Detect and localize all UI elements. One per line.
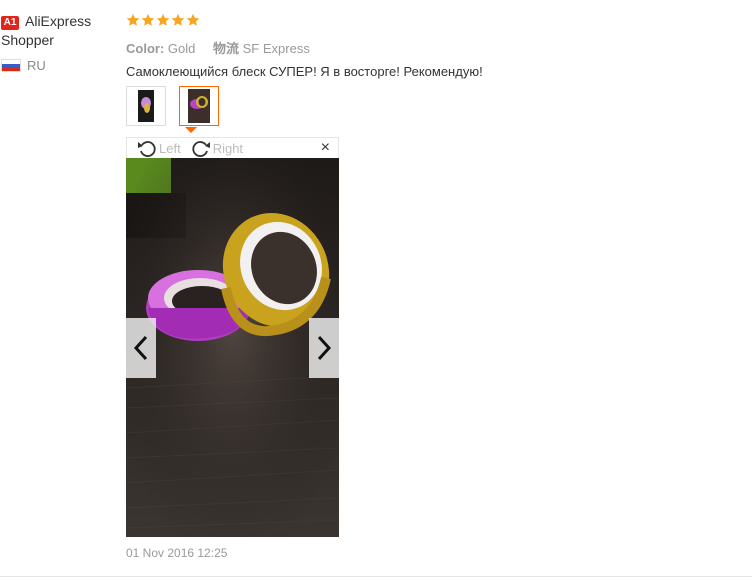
star-rating <box>126 12 726 30</box>
rotate-right-icon <box>192 141 210 157</box>
russia-flag-icon <box>1 59 21 72</box>
chevron-left-icon <box>133 335 148 361</box>
color-value: Gold <box>167 41 196 56</box>
review-divider <box>0 576 752 577</box>
country-code: RU <box>27 58 46 73</box>
shipping-value: SF Express <box>242 41 310 56</box>
previous-image-button[interactable] <box>126 318 156 378</box>
review-thumbnails <box>126 86 219 126</box>
image-viewer: Left Right × <box>126 137 339 537</box>
review-text: Самоклеющийся блеск СУПЕР! Я в восторге!… <box>126 64 483 79</box>
reviewer-name-row: A1 AliExpress Shopper <box>1 12 116 50</box>
rotate-left-label: Left <box>159 140 181 156</box>
reviewer-info: A1 AliExpress Shopper RU <box>1 12 116 73</box>
color-label: Color: <box>126 41 165 56</box>
star-icon <box>141 13 155 26</box>
shipping-label: 物流 <box>213 41 240 56</box>
viewer-toolbar: Left Right × <box>126 137 339 158</box>
star-icon <box>126 13 140 26</box>
next-image-button[interactable] <box>309 318 339 378</box>
rotate-right-label: Right <box>212 140 244 156</box>
review-thumbnail-2[interactable] <box>179 86 219 126</box>
rotate-left-icon <box>138 141 156 157</box>
order-info: Color: Gold 物流 SF Express <box>126 38 726 57</box>
review-photo-image <box>126 158 339 537</box>
rotate-left-button[interactable]: Left <box>137 139 181 157</box>
reviewer-country: RU <box>1 58 116 73</box>
chevron-right-icon <box>317 335 332 361</box>
thumbnail-image-1 <box>129 89 163 123</box>
review-thumbnail-1[interactable] <box>126 86 166 126</box>
reviewer-level-badge: A1 <box>1 16 19 30</box>
star-icon <box>186 13 200 26</box>
star-icon <box>171 13 185 26</box>
thumbnail-image-2 <box>188 89 210 123</box>
review-body: Color: Gold 物流 SF Express Самоклеющийся … <box>126 12 726 79</box>
review-date: 01 Nov 2016 12:25 <box>126 546 228 560</box>
rotate-right-button[interactable]: Right <box>191 139 243 157</box>
review-photo <box>126 158 339 537</box>
active-thumbnail-pointer <box>185 127 197 133</box>
star-icon <box>156 13 170 26</box>
close-viewer-button[interactable]: × <box>321 139 330 157</box>
